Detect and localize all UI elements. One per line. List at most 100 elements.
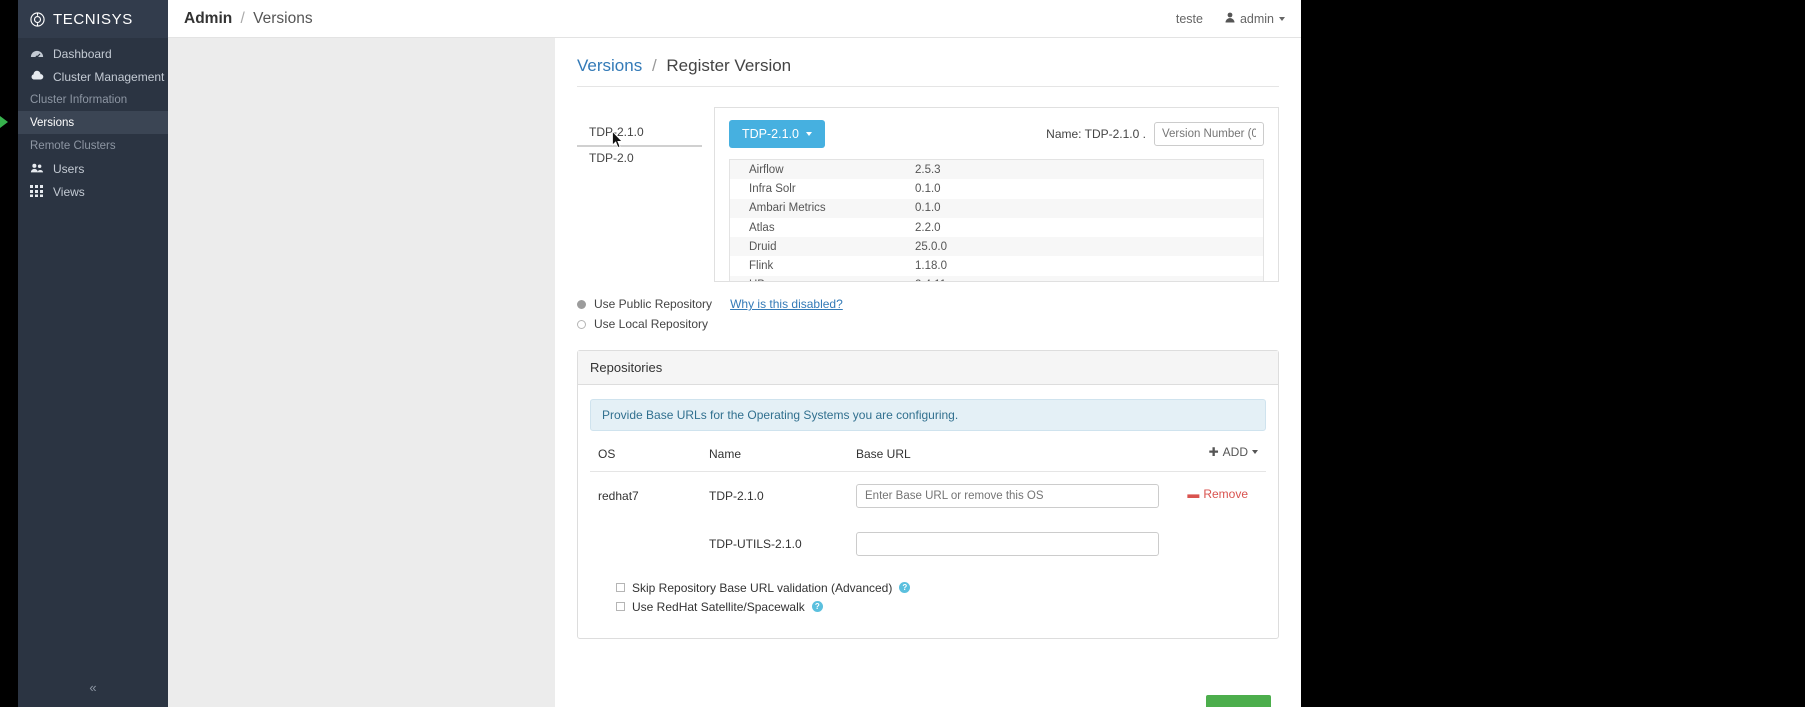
column-header-os: OS — [598, 447, 616, 461]
table-row: Atlas 2.2.0 — [730, 218, 1263, 237]
page-crumb-current: Register Version — [666, 56, 792, 75]
table-row: Flink 1.18.0 — [730, 256, 1263, 275]
sidebar-item-label: Versions — [30, 116, 75, 129]
screen: TECNISYS Dashboard Cluster Management Cl… — [0, 0, 1805, 707]
repositories-panel: Repositories Provide Base URLs for the O… — [577, 350, 1279, 639]
service-version: 1.18.0 — [915, 260, 947, 273]
table-row: TDP-UTILS-2.1.0 — [590, 520, 1266, 568]
remove-os-button[interactable]: ▬ Remove — [1187, 487, 1248, 501]
brand[interactable]: TECNISYS — [18, 0, 168, 38]
base-url-input[interactable] — [856, 532, 1159, 556]
version-name-group: Name: TDP-2.1.0 . — [1046, 122, 1264, 146]
table-row: Ambari Metrics 0.1.0 — [730, 198, 1263, 218]
radio-icon — [577, 299, 586, 309]
base-url-input[interactable] — [856, 484, 1159, 508]
sidebar-item-views[interactable]: Views — [18, 180, 168, 203]
service-version: 2.4.11 — [915, 279, 1263, 281]
radio-label: Use Local Repository — [594, 317, 709, 331]
cluster-name-label[interactable]: teste — [1176, 12, 1203, 26]
collapse-icon: « — [89, 680, 97, 695]
service-version: 2.2.0 — [915, 221, 941, 234]
sidebar-item-cluster-information[interactable]: Cluster Information — [18, 88, 168, 111]
stack-area: TDP-2.1.0 TDP-2.0 TDP-2.1.0 Name: TDP-2.… — [555, 87, 1301, 282]
repo-os: redhat7 — [598, 489, 639, 503]
breadcrumb: Admin / Versions — [184, 10, 313, 28]
repo-name: TDP-2.1.0 — [709, 489, 764, 503]
save-button[interactable] — [1206, 695, 1271, 707]
dashboard-icon — [30, 47, 44, 60]
sidebar-item-label: Remote Clusters — [30, 139, 116, 152]
checkbox-label: Skip Repository Base URL validation (Adv… — [632, 580, 893, 595]
sidebar: TECNISYS Dashboard Cluster Management Cl… — [0, 0, 184, 707]
radio-icon — [577, 319, 586, 329]
service-version: 0.1.0 — [915, 202, 941, 215]
radio-use-local-repository[interactable]: Use Local Repository — [577, 314, 1279, 334]
service-version: 2.5.3 — [915, 163, 941, 176]
stack-details-panel: TDP-2.1.0 Name: TDP-2.1.0 . Airflow 2.5.… — [714, 107, 1279, 282]
service-name: HBase — [730, 279, 915, 281]
sidebar-item-remote-clusters[interactable]: Remote Clusters — [18, 134, 168, 157]
help-icon[interactable]: ? — [811, 601, 823, 612]
radio-use-public-repository[interactable]: Use Public Repository Why is this disabl… — [577, 294, 1279, 314]
user-icon — [1225, 12, 1235, 26]
sidebar-item-label: Dashboard — [53, 46, 112, 61]
services-table: Airflow 2.5.3 Infra Solr 0.1.0 Ambari Me… — [729, 159, 1264, 281]
service-version: 0.1.0 — [915, 182, 941, 195]
caret-down-icon — [1279, 16, 1285, 21]
service-name: Flink — [749, 260, 774, 273]
help-icon[interactable]: ? — [899, 582, 911, 593]
caret-down-icon — [1252, 450, 1258, 454]
stack-version-dropdown-button[interactable]: TDP-2.1.0 — [729, 120, 825, 148]
checkbox-label: Use RedHat Satellite/Spacewalk — [632, 599, 805, 614]
add-os-button[interactable]: ✚ ADD — [1209, 445, 1258, 459]
radio-label: Use Public Repository — [594, 297, 713, 311]
service-name: Ambari Metrics — [749, 202, 826, 215]
sidebar-item-label: Cluster Management — [53, 69, 165, 84]
table-row: Druid 25.0.0 — [730, 237, 1263, 257]
sidebar-item-users[interactable]: Users — [18, 157, 168, 180]
form-actions-strip — [555, 693, 1301, 707]
column-header-base-url: Base URL — [856, 447, 911, 461]
breadcrumb-root[interactable]: Admin — [184, 10, 232, 27]
repo-name: TDP-UTILS-2.1.0 — [709, 537, 802, 551]
sidebar-nav: Dashboard Cluster Management Cluster Inf… — [0, 38, 184, 203]
repository-options: Skip Repository Base URL validation (Adv… — [590, 568, 1266, 628]
column-header-name: Name — [709, 447, 742, 461]
stack-list-item-selected[interactable]: TDP-2.1.0 — [577, 121, 702, 147]
table-row: HBase 2.4.11 — [730, 275, 1263, 281]
grid-icon — [30, 185, 44, 198]
version-number-input[interactable] — [1154, 122, 1264, 146]
why-disabled-link[interactable]: Why is this disabled? — [730, 297, 843, 311]
minus-icon: ▬ — [1187, 487, 1200, 501]
topbar-right: teste admin — [1176, 12, 1285, 26]
sidebar-item-label: Views — [53, 184, 85, 199]
stack-list-item-label: TDP-2.1.0 — [589, 125, 644, 139]
checkbox-icon — [616, 602, 625, 611]
breadcrumb-current: Versions — [253, 9, 313, 27]
stack-version-list: TDP-2.1.0 TDP-2.0 — [577, 107, 702, 282]
page-crumb-versions[interactable]: Versions — [577, 56, 642, 75]
stack-list-item-label: TDP-2.0 — [589, 151, 634, 165]
content-card: Versions / Register Version TDP-2.1.0 TD… — [555, 38, 1301, 707]
sidebar-collapse-button[interactable]: « — [18, 680, 168, 695]
sidebar-item-cluster-management[interactable]: Cluster Management — [18, 65, 184, 88]
table-row: redhat7 TDP-2.1.0 ▬ Remove — [590, 472, 1266, 520]
service-name: Atlas — [749, 221, 775, 234]
stack-list-item[interactable]: TDP-2.0 — [577, 147, 702, 171]
service-name: Airflow — [749, 163, 784, 176]
checkbox-use-redhat-satellite[interactable]: Use RedHat Satellite/Spacewalk ? — [616, 597, 1262, 616]
sidebar-item-dashboard[interactable]: Dashboard — [18, 42, 168, 65]
sidebar-item-versions[interactable]: Versions — [0, 111, 168, 134]
plus-icon: ✚ — [1208, 445, 1219, 459]
user-menu[interactable]: admin — [1225, 12, 1285, 26]
add-os-label: ADD — [1222, 445, 1248, 459]
service-name: Druid — [749, 240, 777, 253]
caret-down-icon — [805, 132, 812, 136]
cloud-icon — [30, 70, 44, 83]
checkbox-skip-base-url-validation[interactable]: Skip Repository Base URL validation (Adv… — [616, 578, 1262, 597]
repository-choice-group: Use Public Repository Why is this disabl… — [555, 282, 1301, 334]
repositories-panel-body: Provide Base URLs for the Operating Syst… — [578, 385, 1278, 638]
sidebar-item-label: Users — [53, 161, 85, 176]
service-version: 25.0.0 — [915, 240, 947, 253]
table-row: Infra Solr 0.1.0 — [730, 179, 1263, 198]
